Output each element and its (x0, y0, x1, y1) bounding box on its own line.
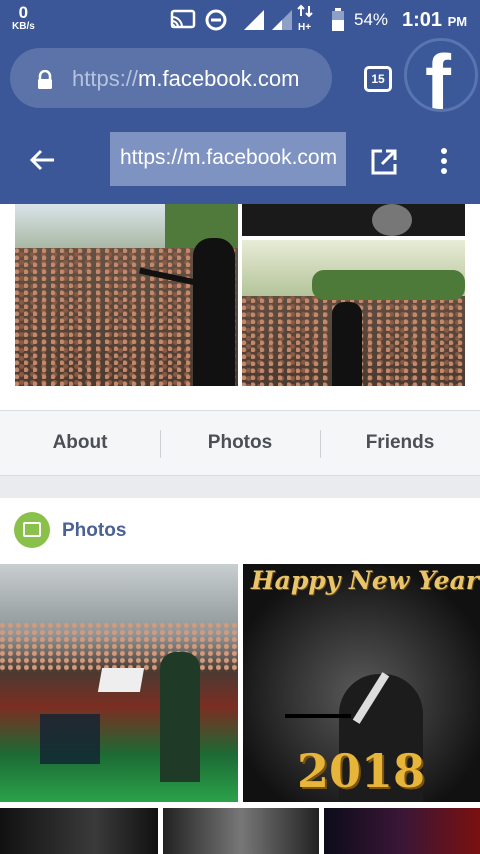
photo-grid-bottom-2[interactable] (163, 808, 319, 854)
data-saver-icon (205, 9, 227, 31)
toolbar-url[interactable]: https://m.facebook.com (110, 132, 346, 186)
photo-grid-bottom-1[interactable] (0, 808, 158, 854)
facebook-logo-letter: f (425, 38, 451, 112)
open-in-browser-icon[interactable] (370, 148, 398, 176)
battery-icon (332, 8, 344, 31)
new-year-number: 2018 (297, 744, 426, 798)
network-speed: 0 KB/s (12, 4, 35, 32)
photo-grid-bottom-3[interactable] (324, 808, 480, 854)
cast-icon (170, 9, 196, 29)
photo-happy-new-year[interactable]: Happy New Year 2018 (243, 564, 480, 802)
tab-friends[interactable]: Friends (320, 411, 480, 475)
tab-photos[interactable]: Photos (160, 411, 320, 475)
new-year-text: Happy New Year (251, 566, 479, 595)
lock-icon (38, 70, 52, 89)
status-bar: 0 KB/s H+ 54% 1:01 PM (0, 0, 480, 40)
battery-percent: 54% (354, 10, 389, 29)
svg-text:H+: H+ (298, 22, 311, 33)
cover-photos (0, 204, 480, 410)
url-domain: m.facebook.com (138, 66, 300, 91)
tab-switcher-button[interactable]: 15 (364, 66, 392, 92)
cover-photo-top-right[interactable] (242, 204, 465, 236)
clock-ampm: PM (447, 14, 468, 29)
photos-section-title[interactable]: Photos (62, 520, 126, 542)
address-bar[interactable]: https://m.facebook.com (10, 48, 332, 108)
photo-green-stage[interactable] (0, 564, 238, 802)
network-speed-unit: KB/s (12, 21, 35, 32)
address-bar-url[interactable]: https://m.facebook.com (72, 66, 334, 92)
browser-url-bar: https://m.facebook.com 15 f (0, 38, 480, 118)
back-arrow-icon[interactable] (28, 148, 56, 172)
photos-icon (14, 512, 50, 548)
facebook-logo-icon[interactable]: f (404, 38, 478, 112)
cover-photo-concert[interactable] (15, 204, 238, 386)
profile-tabs: About Photos Friends (0, 410, 480, 476)
data-arrows-icon: H+ (297, 4, 313, 33)
url-scheme: https:// (72, 66, 139, 91)
more-options-icon[interactable] (440, 148, 448, 174)
signal-icon (244, 10, 264, 30)
network-speed-value: 0 (18, 3, 29, 22)
signal-icon-2 (272, 10, 292, 30)
cover-photo-stage[interactable] (242, 240, 465, 386)
clock-time: 1:01 (402, 9, 443, 31)
tab-about[interactable]: About (0, 411, 160, 475)
clock: 1:01 PM (402, 9, 467, 32)
custom-tab-toolbar: https://m.facebook.com (0, 118, 480, 204)
photos-section: Photos Happy New Year 2018 (0, 498, 480, 854)
